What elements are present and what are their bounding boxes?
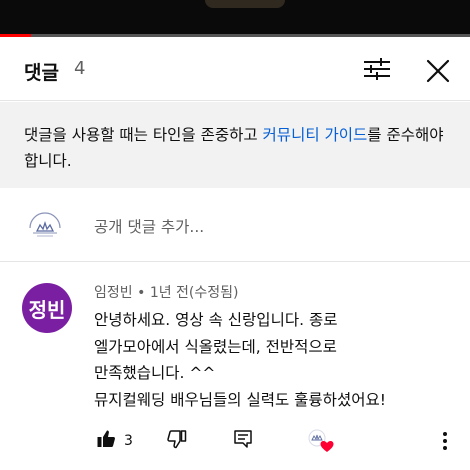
dislike-button[interactable] xyxy=(167,428,187,454)
comment-line: 엘가모아에서 식올렸는데, 전반적으로 xyxy=(94,337,337,356)
comments-count: 4 xyxy=(74,58,86,79)
avatar[interactable]: 정빈 xyxy=(22,283,72,333)
creator-heart-badge xyxy=(306,428,334,454)
video-player[interactable] xyxy=(0,0,470,36)
comment-line: 만족했습니다. ^^ xyxy=(94,364,216,382)
comment-line: 뮤지컬웨딩 배우님들의 실력도 훌륭하셨어요! xyxy=(94,390,386,409)
comments-header: 댓글 4 xyxy=(0,37,470,101)
meta-separator: • xyxy=(137,285,146,301)
thumbs-up-icon xyxy=(96,429,116,453)
close-icon[interactable] xyxy=(420,53,456,89)
reply-icon xyxy=(233,429,253,453)
more-options-icon[interactable] xyxy=(438,428,452,454)
sort-filter-icon[interactable] xyxy=(360,55,394,83)
comment-line: 안녕하세요. 영상 속 신랑입니다. 종로 xyxy=(94,311,338,329)
community-guidelines-notice: 댓글을 사용할 때는 타인을 존중하고 커뮤니티 가이드를 준수해야 합니다. xyxy=(0,102,470,188)
channel-logo xyxy=(22,204,68,250)
thumbs-down-icon xyxy=(167,429,187,453)
reply-button[interactable] xyxy=(233,428,253,454)
comment-actions: 3 xyxy=(0,428,470,458)
comment-time: 1년 전(수정됨) xyxy=(149,285,239,301)
community-guidelines-link[interactable]: 커뮤니티 가이드 xyxy=(263,126,368,144)
add-comment-input[interactable]: 공개 댓글 추가... xyxy=(94,215,204,237)
comment-author[interactable]: 임정빈 xyxy=(94,285,133,301)
comment-meta: 임정빈 • 1년 전(수정됨) xyxy=(94,282,239,302)
video-frame-highlight xyxy=(205,0,285,8)
notice-text-before: 댓글을 사용할 때는 타인을 존중하고 xyxy=(24,126,263,144)
comment-thread: 정빈 임정빈 • 1년 전(수정됨) 안녕하세요. 영상 속 신랑입니다. 종로… xyxy=(0,262,470,470)
like-count: 3 xyxy=(124,433,133,449)
comments-title: 댓글 xyxy=(24,62,59,84)
add-comment-row[interactable]: 공개 댓글 추가... xyxy=(0,190,470,262)
avatar-initials: 정빈 xyxy=(28,297,66,322)
comment-body: 안녕하세요. 영상 속 신랑입니다. 종로 엘가모아에서 식올렸는데, 전반적으… xyxy=(94,307,454,413)
like-button[interactable]: 3 xyxy=(96,428,133,454)
